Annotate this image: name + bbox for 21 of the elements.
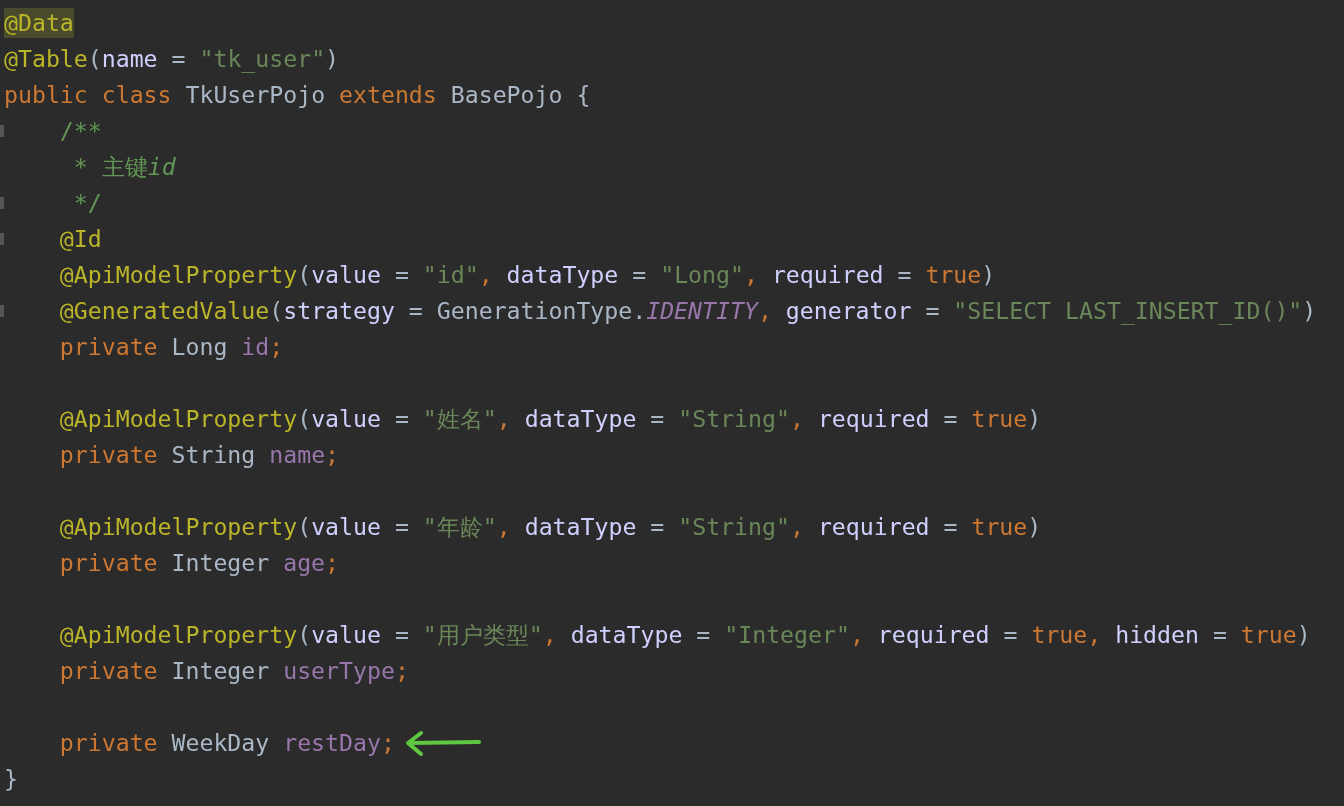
- code-line: @Id: [58, 224, 102, 254]
- code-line: @GeneratedValue(strategy = GenerationType.IDENTITY, generator = "SELECT LAST_INSERT_ID()"): [58, 296, 1317, 326]
- code-line: @ApiModelProperty(value = "年龄", dataType = "String", required = true): [58, 512, 1042, 542]
- code-line: * 主键id: [72, 152, 176, 182]
- fold-marker-icon[interactable]: [0, 233, 4, 245]
- code-line: private Integer age;: [58, 548, 340, 578]
- code-line: private String name;: [58, 440, 340, 470]
- code-line: @ApiModelProperty(value = "姓名", dataType = "String", required = true): [58, 404, 1042, 434]
- code-line: */: [72, 188, 102, 218]
- code-line: }: [4, 764, 18, 794]
- fold-marker-icon[interactable]: [0, 125, 4, 137]
- code-line: /**: [58, 116, 102, 146]
- code-line: public class TkUserPojo extends BasePojo {: [4, 80, 591, 110]
- code-line: private Integer userType;: [58, 656, 409, 686]
- code-line: @ApiModelProperty(value = "id", dataType = "Long", required = true): [58, 260, 996, 290]
- code-line: @Table(name = "tk_user"): [4, 44, 340, 74]
- fold-marker-icon[interactable]: [0, 305, 4, 317]
- code-line: private Long id;: [58, 332, 284, 362]
- code-line: @ApiModelProperty(value = "用户类型", dataType = "Integer", required = true, hidden = true): [58, 620, 1311, 650]
- fold-marker-icon[interactable]: [0, 197, 4, 209]
- code-line: private WeekDay restDay;: [58, 728, 395, 758]
